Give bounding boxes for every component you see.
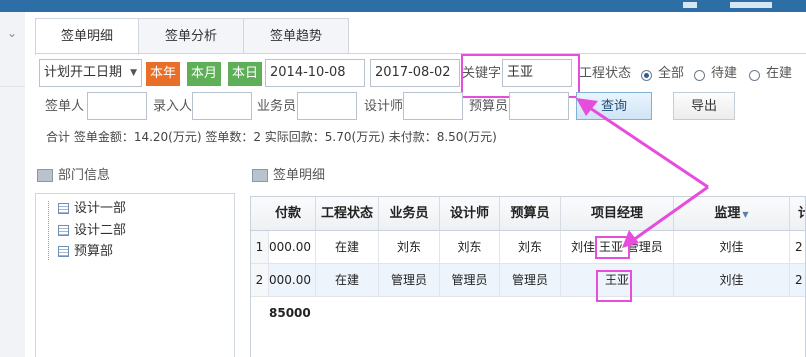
nav-item[interactable] bbox=[0, 52, 25, 87]
left-navigation: ⌄ bbox=[0, 12, 26, 357]
annotation-arrows bbox=[576, 98, 709, 248]
window-control-icon[interactable] bbox=[730, 2, 772, 8]
main-panel: 签单明细 签单分析 签单趋势 计划开工日期 ▼ 本年 本月 本日 2014-10… bbox=[25, 12, 806, 357]
window-control-icon[interactable] bbox=[683, 2, 697, 8]
arrow-head-icon bbox=[576, 98, 598, 116]
chevron-down-icon[interactable]: ⌄ bbox=[7, 26, 17, 40]
arrow-to-keyword bbox=[580, 100, 709, 189]
arrow-to-manager bbox=[628, 185, 709, 245]
top-bar bbox=[0, 0, 806, 12]
